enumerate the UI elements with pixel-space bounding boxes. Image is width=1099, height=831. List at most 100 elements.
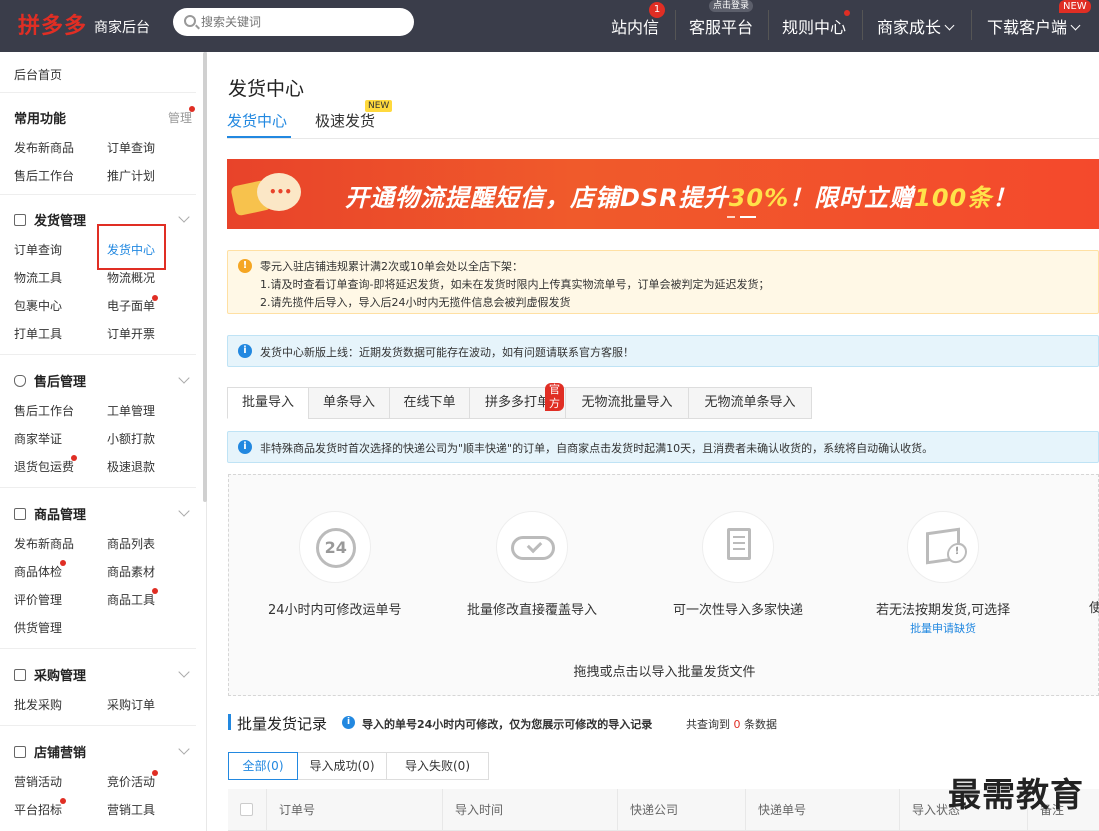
- file-drop-zone[interactable]: 24 24小时内可修改运单号 批量修改直接覆盖导入 可一次性导入多家快递 若无法…: [228, 474, 1099, 696]
- calendar-icon: [14, 746, 26, 758]
- feature-label: 若无法按期发货,可选择: [876, 603, 1011, 618]
- sidebar-item[interactable]: 订单开票: [107, 325, 155, 342]
- warning-line: 2.请先揽件后导入，导入后24小时内无揽件信息会被判虚假发货: [260, 296, 571, 309]
- page-title: 发货中心: [228, 78, 305, 100]
- filter-failed[interactable]: 导入失败(0): [386, 752, 489, 780]
- feature-label: 批量修改直接覆盖导入: [467, 603, 598, 618]
- purchase-icon: [14, 669, 26, 681]
- filter-all[interactable]: 全部(0): [228, 752, 298, 780]
- aftersale-management-title[interactable]: 售后管理: [14, 371, 86, 390]
- chevron-down-icon[interactable]: [178, 666, 190, 678]
- nav-messages[interactable]: 站内信 1: [611, 2, 665, 38]
- warning-line: 零元入驻店铺违规累计满2次或10单会处以全店下架：: [260, 260, 523, 273]
- goods-management-title[interactable]: 商品管理: [14, 504, 86, 523]
- tab-batch-import[interactable]: 批量导入: [227, 387, 309, 419]
- sidebar-item[interactable]: 包裹中心: [14, 297, 62, 314]
- tab-single-import[interactable]: 单条导入: [308, 387, 390, 419]
- sidebar-item[interactable]: 售后工作台: [14, 167, 74, 184]
- sidebar-item[interactable]: 营销工具: [107, 801, 155, 818]
- shipping-management-title[interactable]: 发货管理: [14, 210, 86, 229]
- sidebar-item[interactable]: 推广计划: [107, 167, 155, 184]
- chevron-down-icon[interactable]: [178, 505, 190, 517]
- nav-customer-service[interactable]: 客服平台 点击登录: [689, 0, 754, 38]
- tab-online-order[interactable]: 在线下单: [389, 387, 470, 419]
- chevron-down-icon[interactable]: [178, 743, 190, 755]
- col-tracking-no: 快递单号: [745, 789, 899, 831]
- rules-dot: [844, 10, 850, 16]
- sidebar-item[interactable]: 订单查询: [14, 241, 62, 258]
- goods-icon: [14, 508, 26, 520]
- chevron-down-icon: [944, 20, 955, 31]
- sidebar-item[interactable]: 发布新商品: [14, 535, 74, 552]
- feature-icon-circle: 24: [298, 511, 371, 583]
- feature-icon-circle: [907, 511, 980, 583]
- chevron-down-icon[interactable]: [178, 372, 190, 384]
- sidebar-item[interactable]: 供货管理: [14, 619, 62, 636]
- sidebar-item[interactable]: 物流概况: [107, 269, 155, 286]
- carousel-dot-active[interactable]: [740, 216, 756, 218]
- sidebar-item[interactable]: 营销活动: [14, 773, 62, 790]
- purchase-management-title[interactable]: 采购管理: [14, 665, 86, 684]
- filter-success[interactable]: 导入成功(0): [297, 752, 387, 780]
- tab-fast-shipping[interactable]: 极速发货: [315, 110, 375, 131]
- sidebar-item[interactable]: 打单工具: [14, 325, 62, 342]
- batch-stockout-link[interactable]: 批量申请缺货: [876, 620, 1010, 636]
- sidebar-item[interactable]: 小额打款: [107, 430, 155, 447]
- search-box[interactable]: [173, 8, 414, 36]
- info-icon: i: [342, 716, 355, 729]
- records-tip: 导入的单号24小时内可修改，仅为您展示可修改的导入记录: [362, 718, 653, 731]
- sidebar-item[interactable]: 竞价活动: [107, 773, 155, 790]
- sidebar-item[interactable]: 商品体检: [14, 563, 62, 580]
- sidebar-item[interactable]: 评价管理: [14, 591, 62, 608]
- sidebar-item[interactable]: 商品列表: [107, 535, 155, 552]
- sidebar-item[interactable]: 批发采购: [14, 696, 62, 713]
- box-warning-icon: [926, 527, 961, 565]
- logo[interactable]: 拼多多: [18, 8, 87, 40]
- new-dot: [152, 295, 158, 301]
- select-all-checkbox[interactable]: [240, 803, 253, 816]
- warning-line: 1.请及时查看订单查询-即将延迟发货，如未在发货时限内上传真实物流单号，订单会被…: [260, 278, 770, 291]
- chevron-down-icon[interactable]: [178, 211, 190, 223]
- divider: [0, 92, 196, 93]
- sidebar-item[interactable]: 退货包运费: [14, 458, 74, 475]
- sidebar-item[interactable]: 电子面单: [107, 297, 155, 314]
- new-dot: [60, 560, 66, 566]
- nav-growth[interactable]: 商家成长: [877, 14, 955, 38]
- col-import-time: 导入时间: [442, 789, 617, 831]
- banner-text: 开通物流提醒短信，店铺DSR提升30%！限时立赠100条！: [345, 184, 1018, 212]
- new-tag: NEW: [1059, 0, 1091, 13]
- manage-link[interactable]: 管理: [168, 109, 192, 126]
- sidebar-item[interactable]: 物流工具: [14, 269, 62, 286]
- sidebar-item[interactable]: 采购订单: [107, 696, 155, 713]
- new-dot: [152, 588, 158, 594]
- sidebar-item[interactable]: 商品工具: [107, 591, 155, 608]
- nav-divider: [971, 10, 972, 40]
- promo-banner[interactable]: 开通物流提醒短信，店铺DSR提升30%！限时立赠100条！: [227, 159, 1099, 229]
- highlight-box: [97, 224, 166, 270]
- col-courier: 快递公司: [617, 789, 745, 831]
- sidebar-item[interactable]: 商品素材: [107, 563, 155, 580]
- search-input[interactable]: [201, 13, 401, 31]
- tab-no-logistics-single[interactable]: 无物流单条导入: [688, 387, 812, 419]
- sidebar-item[interactable]: 发布新商品: [14, 139, 74, 156]
- nav-download-client[interactable]: 下载客户端 NEW: [987, 0, 1091, 38]
- sidebar-item[interactable]: 售后工作台: [14, 402, 74, 419]
- sidebar-item[interactable]: 订单查询: [107, 139, 155, 156]
- sidebar-item[interactable]: 极速退款: [107, 458, 155, 475]
- tab-shipping-center[interactable]: 发货中心: [227, 110, 287, 131]
- sidebar-item[interactable]: 工单管理: [107, 402, 155, 419]
- nav-rules-label: 规则中心: [782, 18, 847, 37]
- nav-customer-service-label: 客服平台: [689, 18, 754, 37]
- sidebar-item[interactable]: 平台招标: [14, 801, 62, 818]
- store-marketing-title[interactable]: 店铺营销: [14, 742, 86, 761]
- nav-rules[interactable]: 规则中心: [782, 10, 850, 38]
- tab-no-logistics-batch[interactable]: 无物流批量导入: [565, 387, 689, 419]
- sidebar-home[interactable]: 后台首页: [14, 66, 62, 83]
- info-notice-2: i 非特殊商品发货时首次选择的快递公司为"顺丰快递"的订单，自商家点击发货时起满…: [227, 431, 1099, 463]
- watermark: 最需教育: [948, 775, 1084, 814]
- nav-divider: [862, 10, 863, 40]
- carousel-dot[interactable]: [727, 216, 735, 218]
- new-dot: [152, 770, 158, 776]
- sidebar-item[interactable]: 商家举证: [14, 430, 62, 447]
- nav-growth-label: 商家成长: [877, 18, 942, 37]
